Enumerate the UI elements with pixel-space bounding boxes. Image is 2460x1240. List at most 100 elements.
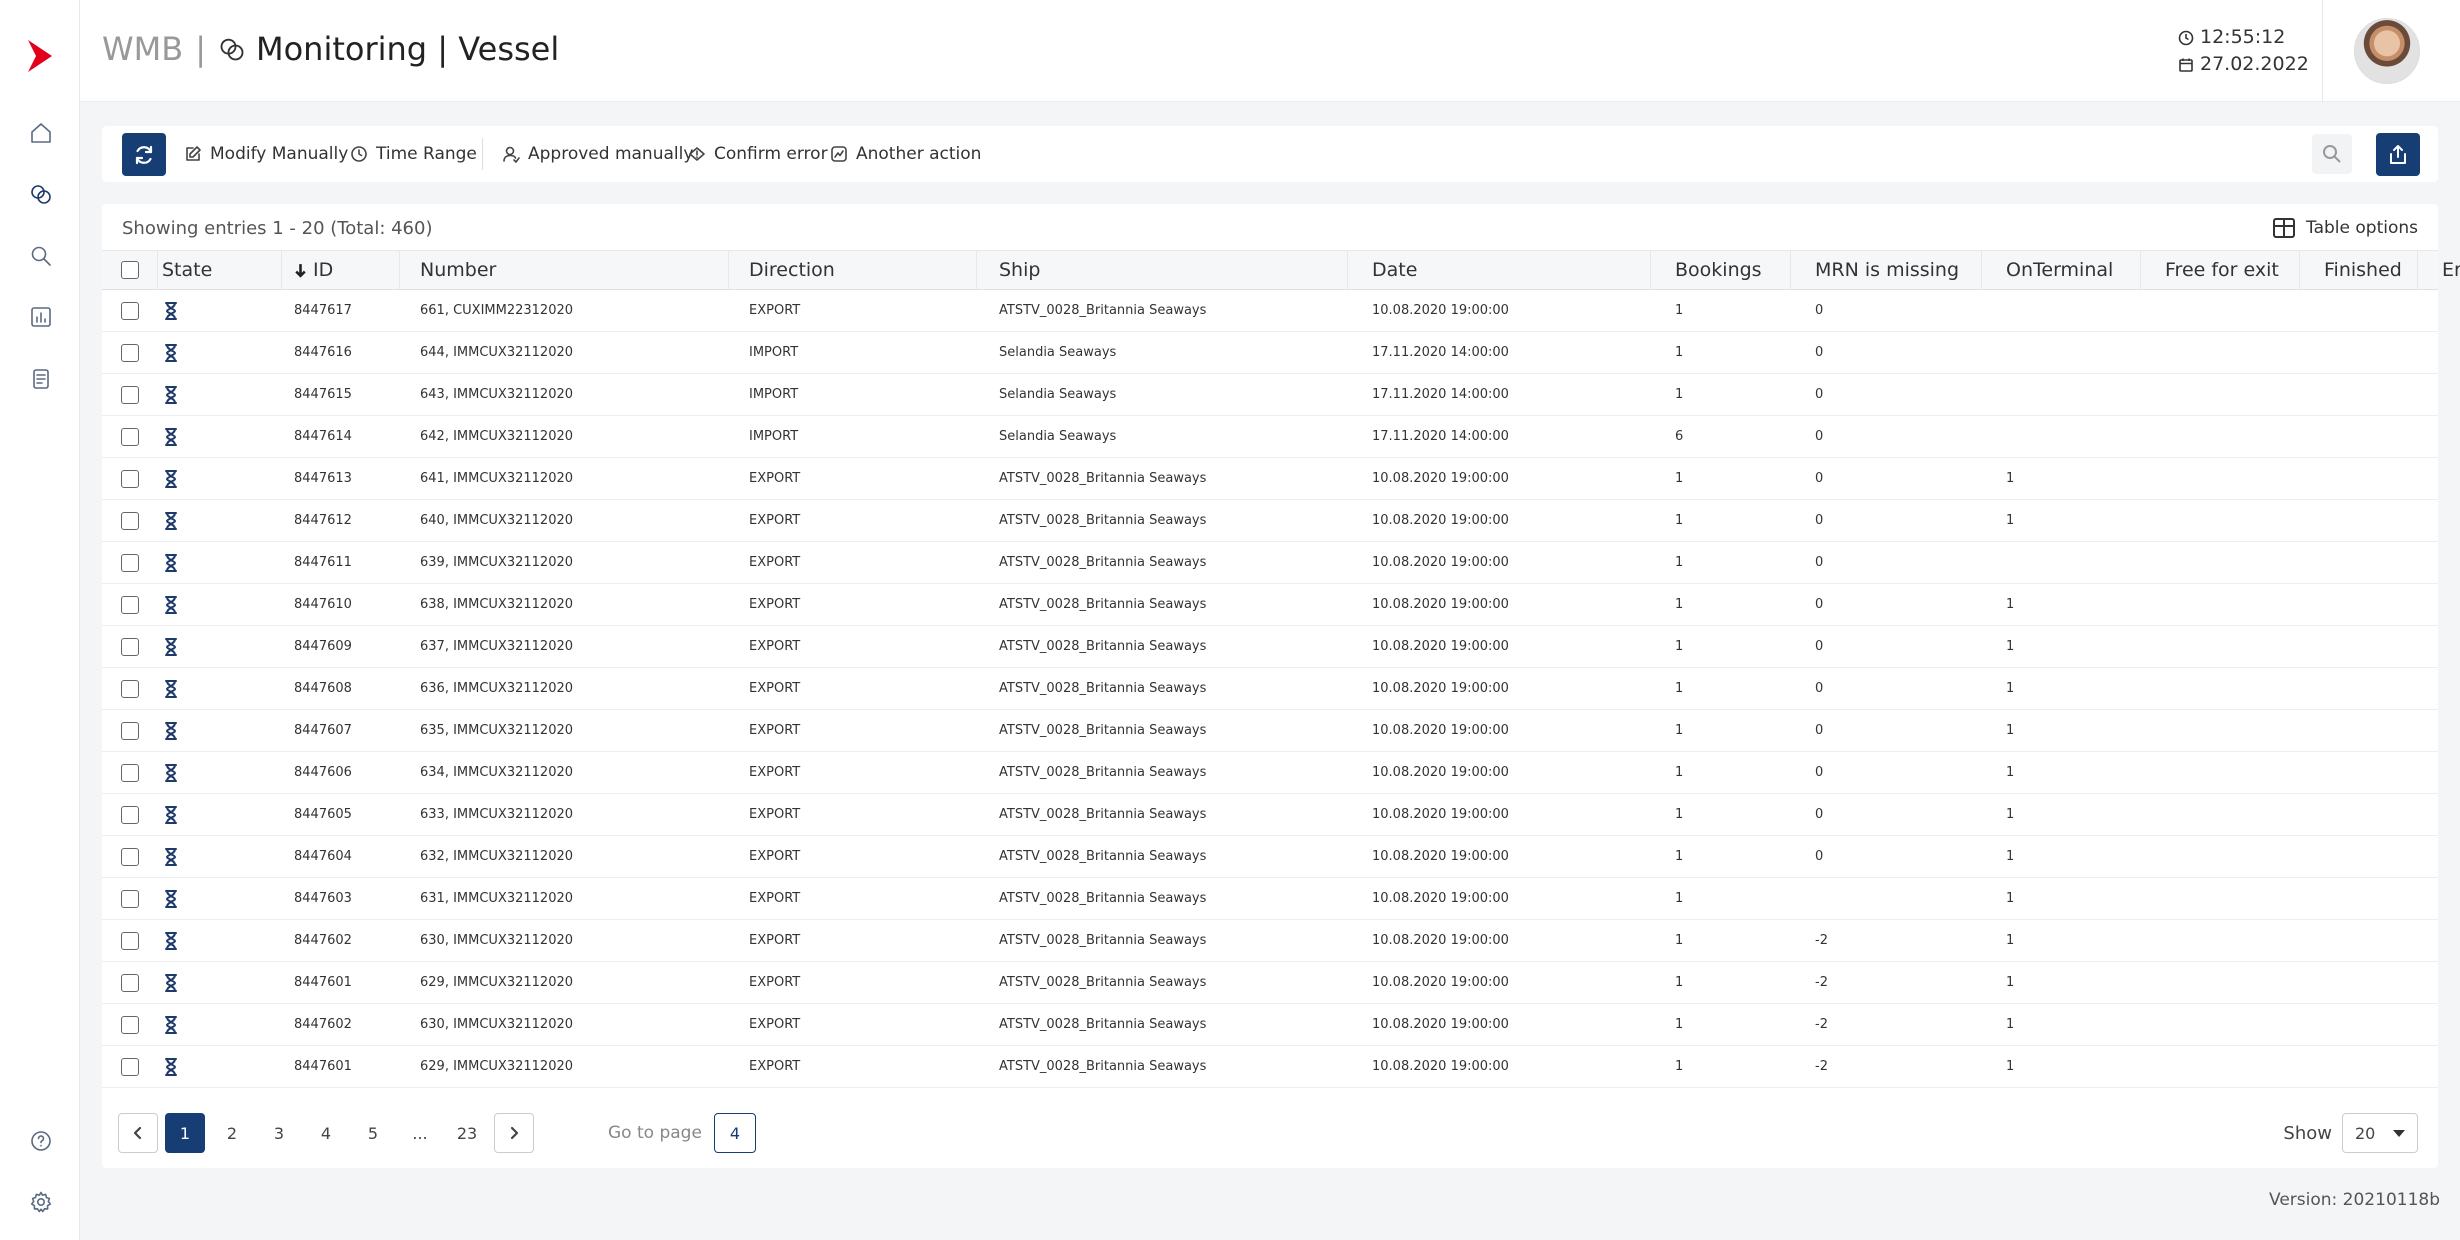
column-header-free-for-exit[interactable]: Free for exit [2141,251,2300,289]
page-button-2[interactable]: 2 [212,1113,252,1153]
row-checkbox[interactable] [121,889,139,908]
table-row[interactable]: 8447604 632, IMMCUX32112020 EXPORT ATSTV_00… [102,836,2438,878]
row-checkbox[interactable] [121,679,139,698]
row-select-cell [102,836,158,877]
cell-number: 642, IMMCUX32112020 [420,429,574,444]
cell-error [2418,836,2460,877]
table-row[interactable]: 8447615 643, IMMCUX32112020 IMPORT Selandia… [102,374,2438,416]
cell-free-for-exit [2141,416,2300,457]
table-row[interactable]: 8447601 629, IMMCUX32112020 EXPORT ATSTV_00… [102,1046,2438,1088]
page-button-5[interactable]: 5 [353,1113,393,1153]
table-row[interactable]: 8447614 642, IMMCUX32112020 IMPORT Selandia… [102,416,2438,458]
version-label: Version: 20210118b [2269,1190,2440,1210]
column-header-bookings[interactable]: Bookings [1651,251,1791,289]
row-checkbox[interactable] [121,343,139,362]
row-checkbox[interactable] [121,427,139,446]
table-row[interactable]: 8447612 640, IMMCUX32112020 EXPORT ATSTV_00… [102,500,2438,542]
cell-error [2418,710,2460,751]
row-checkbox[interactable] [121,553,139,572]
monitoring-icon[interactable] [24,177,58,211]
row-checkbox[interactable] [121,595,139,614]
cell-free-for-exit [2141,458,2300,499]
table-row[interactable]: 8447617 661, CUXIMM22312020 EXPORT ATSTV_00… [102,290,2438,332]
hourglass-icon [162,1057,180,1077]
search-button[interactable] [2312,134,2352,174]
table-row[interactable]: 8447602 630, IMMCUX32112020 EXPORT ATSTV_00… [102,920,2438,962]
table-row[interactable]: 8447611 639, IMMCUX32112020 EXPORT ATSTV_00… [102,542,2438,584]
column-header-state[interactable]: State [158,251,282,289]
page-size-select[interactable]: 20 [2342,1113,2418,1153]
cell-free-for-exit [2141,332,2300,373]
column-header-onterminal[interactable]: OnTerminal [1982,251,2141,289]
column-header-number[interactable]: Number [400,251,729,289]
cell-bookings: 1 [1675,891,1684,906]
row-checkbox[interactable] [121,637,139,656]
row-checkbox[interactable] [121,763,139,782]
cell-direction: EXPORT [749,933,801,948]
table-row[interactable]: 8447609 637, IMMCUX32112020 EXPORT ATSTV_00… [102,626,2438,668]
column-header-error[interactable]: Error [2418,251,2460,289]
search-icon[interactable] [24,239,58,273]
table-row[interactable]: 8447613 641, IMMCUX32112020 EXPORT ATSTV_00… [102,458,2438,500]
row-checkbox[interactable] [121,301,139,320]
row-checkbox[interactable] [121,721,139,740]
cell-free-for-exit [2141,962,2300,1003]
table-row[interactable]: 8447606 634, IMMCUX32112020 EXPORT ATSTV_00… [102,752,2438,794]
table-row[interactable]: 8447607 635, IMMCUX32112020 EXPORT ATSTV_00… [102,710,2438,752]
row-checkbox[interactable] [121,1015,139,1034]
approved-manually-button[interactable]: Approved manually [502,126,693,182]
row-checkbox[interactable] [121,973,139,992]
cell-error [2418,500,2460,541]
table-row[interactable]: 8447608 636, IMMCUX32112020 EXPORT ATSTV_00… [102,668,2438,710]
table-options-button[interactable]: Table options [2272,216,2418,240]
table-row[interactable]: 8447610 638, IMMCUX32112020 EXPORT ATSTV_00… [102,584,2438,626]
table-row[interactable]: 8447602 630, IMMCUX32112020 EXPORT ATSTV_00… [102,1004,2438,1046]
page-button-4[interactable]: 4 [306,1113,346,1153]
next-page-button[interactable] [494,1113,534,1153]
column-header-mrn-missing[interactable]: MRN is missing [1791,251,1982,289]
table-row[interactable]: 8447603 631, IMMCUX32112020 EXPORT ATSTV_00… [102,878,2438,920]
confirm-error-button[interactable]: Confirm error [688,126,828,182]
table-row[interactable]: 8447601 629, IMMCUX32112020 EXPORT ATSTV_00… [102,962,2438,1004]
cell-ship: ATSTV_0028_Britannia Seaways [999,975,1207,990]
export-button[interactable] [2376,133,2420,176]
row-select-cell [102,290,158,331]
column-header-finished[interactable]: Finished [2300,251,2418,289]
table-row[interactable]: 8447605 633, IMMCUX32112020 EXPORT ATSTV_00… [102,794,2438,836]
document-icon[interactable] [24,362,58,396]
table-row[interactable]: 8447616 644, IMMCUX32112020 IMPORT Selandia… [102,332,2438,374]
row-checkbox[interactable] [121,931,139,950]
row-checkbox[interactable] [121,385,139,404]
column-header-ship[interactable]: Ship [977,251,1348,289]
avatar[interactable] [2354,18,2420,84]
page-button-23[interactable]: 23 [447,1113,487,1153]
row-checkbox[interactable] [121,511,139,530]
previous-page-button[interactable] [118,1113,158,1153]
select-all-checkbox[interactable] [120,261,139,279]
modify-manually-button[interactable]: Modify Manually [184,126,348,182]
time-range-button[interactable]: Time Range [350,126,477,182]
logo-chevron-icon[interactable] [22,36,62,76]
column-header-direction[interactable]: Direction [729,251,977,289]
another-action-button[interactable]: Another action [830,126,981,182]
goto-page: Go to page 4 [608,1111,756,1155]
row-checkbox[interactable] [121,1057,139,1076]
help-icon[interactable] [24,1124,58,1158]
column-header-date[interactable]: Date [1348,251,1651,289]
cell-bookings: 6 [1675,429,1684,444]
row-checkbox[interactable] [121,847,139,866]
home-icon[interactable] [24,116,58,150]
cell-bookings: 1 [1675,303,1684,318]
page-button-3[interactable]: 3 [259,1113,299,1153]
refresh-button[interactable] [122,133,166,176]
column-header-id[interactable]: ID [282,251,400,289]
chart-icon[interactable] [24,300,58,334]
column-label: MRN is missing [1815,259,1960,281]
page-button-1[interactable]: 1 [165,1113,205,1153]
row-select-cell [102,794,158,835]
gear-icon[interactable] [24,1185,58,1219]
goto-page-input[interactable]: 4 [713,1113,756,1153]
cell-bookings: 1 [1675,1059,1684,1074]
row-checkbox[interactable] [121,805,139,824]
row-checkbox[interactable] [121,469,139,488]
